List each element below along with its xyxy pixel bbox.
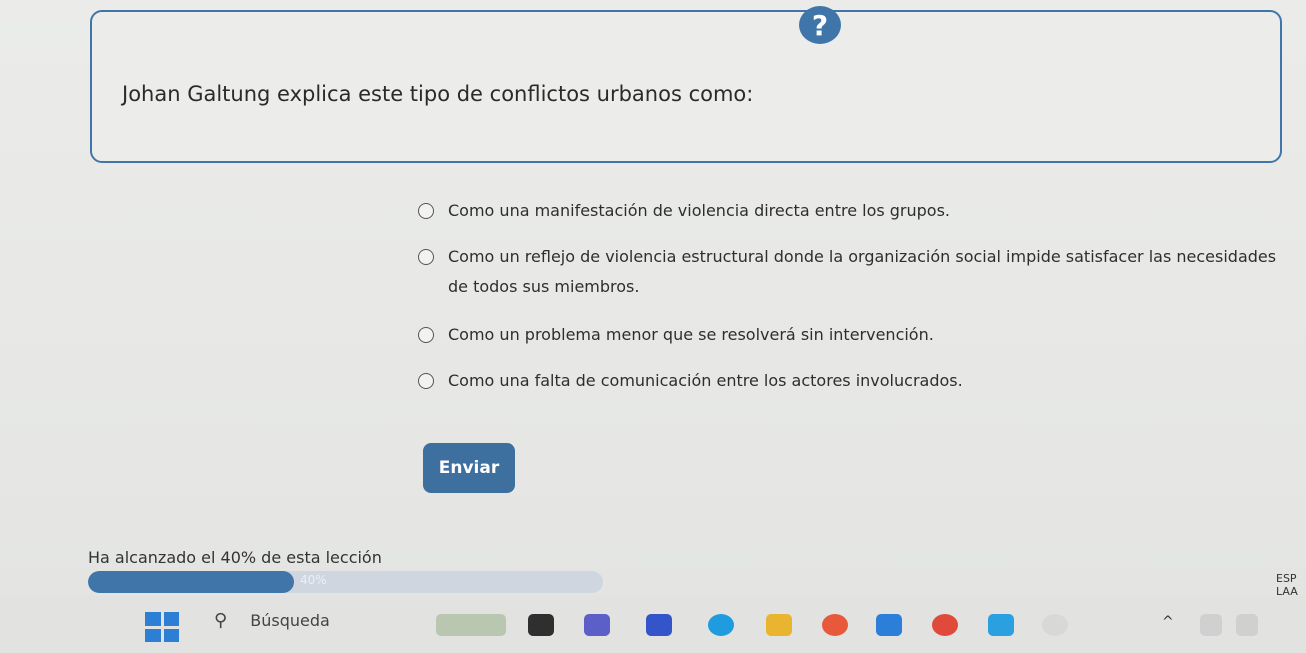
progress-fill <box>88 571 294 593</box>
store-icon[interactable] <box>876 614 902 636</box>
radio-button[interactable] <box>418 249 434 265</box>
radio-button[interactable] <box>418 203 434 219</box>
lesson-page: ? Johan Galtung explica este tipo de con… <box>0 0 1306 653</box>
windows-start-icon[interactable] <box>145 612 179 642</box>
question-mark-icon: ? <box>799 6 841 44</box>
search-label: Búsqueda <box>250 611 330 630</box>
chevron-up-icon[interactable]: ^ <box>1162 614 1176 636</box>
question-box: ? Johan Galtung explica este tipo de con… <box>90 6 1282 163</box>
widgets-icon[interactable] <box>436 614 506 636</box>
app-icon[interactable] <box>646 614 672 636</box>
answer-options: Como una manifestación de violencia dire… <box>418 196 1298 396</box>
taskbar: ⚲ Búsqueda ^ <box>0 596 1306 653</box>
option-4[interactable]: Como una falta de comunicación entre los… <box>418 366 1298 396</box>
option-label: Como una falta de comunicación entre los… <box>448 371 963 390</box>
language-indicator[interactable]: ESP LAA <box>1276 572 1298 598</box>
app-icon[interactable] <box>988 614 1014 636</box>
option-3[interactable]: Como un problema menor que se resolverá … <box>418 320 1298 350</box>
teams-icon[interactable] <box>584 614 610 636</box>
option-label: Como un reflejo de violencia estructural… <box>448 247 1277 296</box>
radio-button[interactable] <box>418 327 434 343</box>
file-explorer-icon[interactable] <box>528 614 554 636</box>
progress-label: Ha alcanzado el 40% de esta lección <box>88 548 382 567</box>
search-icon: ⚲ <box>214 610 228 631</box>
folder-icon[interactable] <box>766 614 792 636</box>
progress-percent: 40% <box>300 573 327 587</box>
language-top: ESP <box>1276 572 1297 585</box>
option-label: Como un problema menor que se resolverá … <box>448 325 934 344</box>
option-label: Como una manifestación de violencia dire… <box>448 201 951 220</box>
app-icon[interactable] <box>1042 614 1068 636</box>
option-2[interactable]: Como un reflejo de violencia estructural… <box>418 242 1298 302</box>
option-1[interactable]: Como una manifestación de violencia dire… <box>418 196 1298 226</box>
radio-button[interactable] <box>418 373 434 389</box>
progress-bar <box>88 571 603 593</box>
submit-button[interactable]: Enviar <box>423 443 515 493</box>
volume-icon[interactable] <box>1236 614 1258 636</box>
chrome-icon[interactable] <box>932 614 958 636</box>
question-text: Johan Galtung explica este tipo de confl… <box>122 82 754 106</box>
network-icon[interactable] <box>1200 614 1222 636</box>
taskbar-search[interactable]: ⚲ Búsqueda <box>214 610 330 631</box>
edge-browser-icon[interactable] <box>708 614 734 636</box>
app-icon[interactable] <box>822 614 848 636</box>
